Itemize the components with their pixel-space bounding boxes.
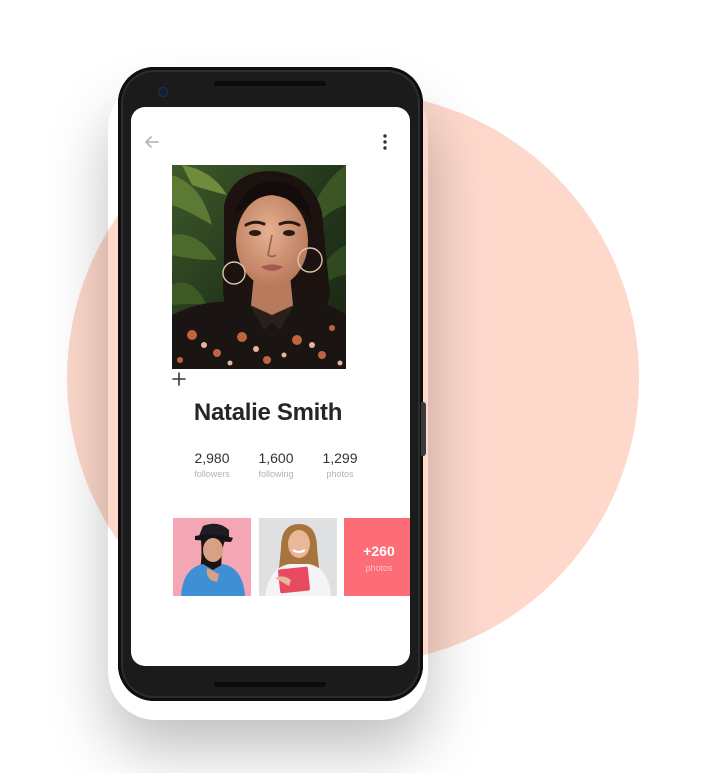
stat-followers[interactable]: 2,980 followers <box>181 450 243 479</box>
mockup-stage: Natalie Smith 2,980 followers 1,600 foll… <box>0 0 711 773</box>
more-photos-count: +260 <box>363 543 395 559</box>
stat-value: 2,980 <box>194 450 230 466</box>
phone-camera <box>159 88 167 96</box>
more-photos-tile[interactable]: +260 photos <box>344 518 410 596</box>
profile-name: Natalie Smith <box>193 399 343 426</box>
plus-icon[interactable] <box>171 371 187 387</box>
more-photos-label: photos <box>365 563 393 573</box>
stat-following[interactable]: 1,600 following <box>245 450 307 479</box>
phone-speaker-bottom <box>214 682 326 687</box>
gallery-photo-1[interactable] <box>173 518 251 596</box>
profile-photo <box>172 165 346 369</box>
arrow-left-icon[interactable] <box>143 133 161 151</box>
stat-photos[interactable]: 1,299 photos <box>309 450 371 479</box>
profile-stats: 2,980 followers 1,600 following 1,299 ph… <box>181 450 371 479</box>
stat-value: 1,299 <box>322 450 358 466</box>
stat-value: 1,600 <box>258 450 294 466</box>
gallery-photo-2[interactable] <box>259 518 337 596</box>
stat-label: following <box>258 469 294 479</box>
app-screen: Natalie Smith 2,980 followers 1,600 foll… <box>131 107 410 666</box>
phone-side-button <box>421 402 426 456</box>
stat-label: followers <box>194 469 230 479</box>
phone-speaker-top <box>214 81 326 86</box>
stat-label: photos <box>326 469 354 479</box>
more-vertical-icon[interactable] <box>378 133 392 151</box>
